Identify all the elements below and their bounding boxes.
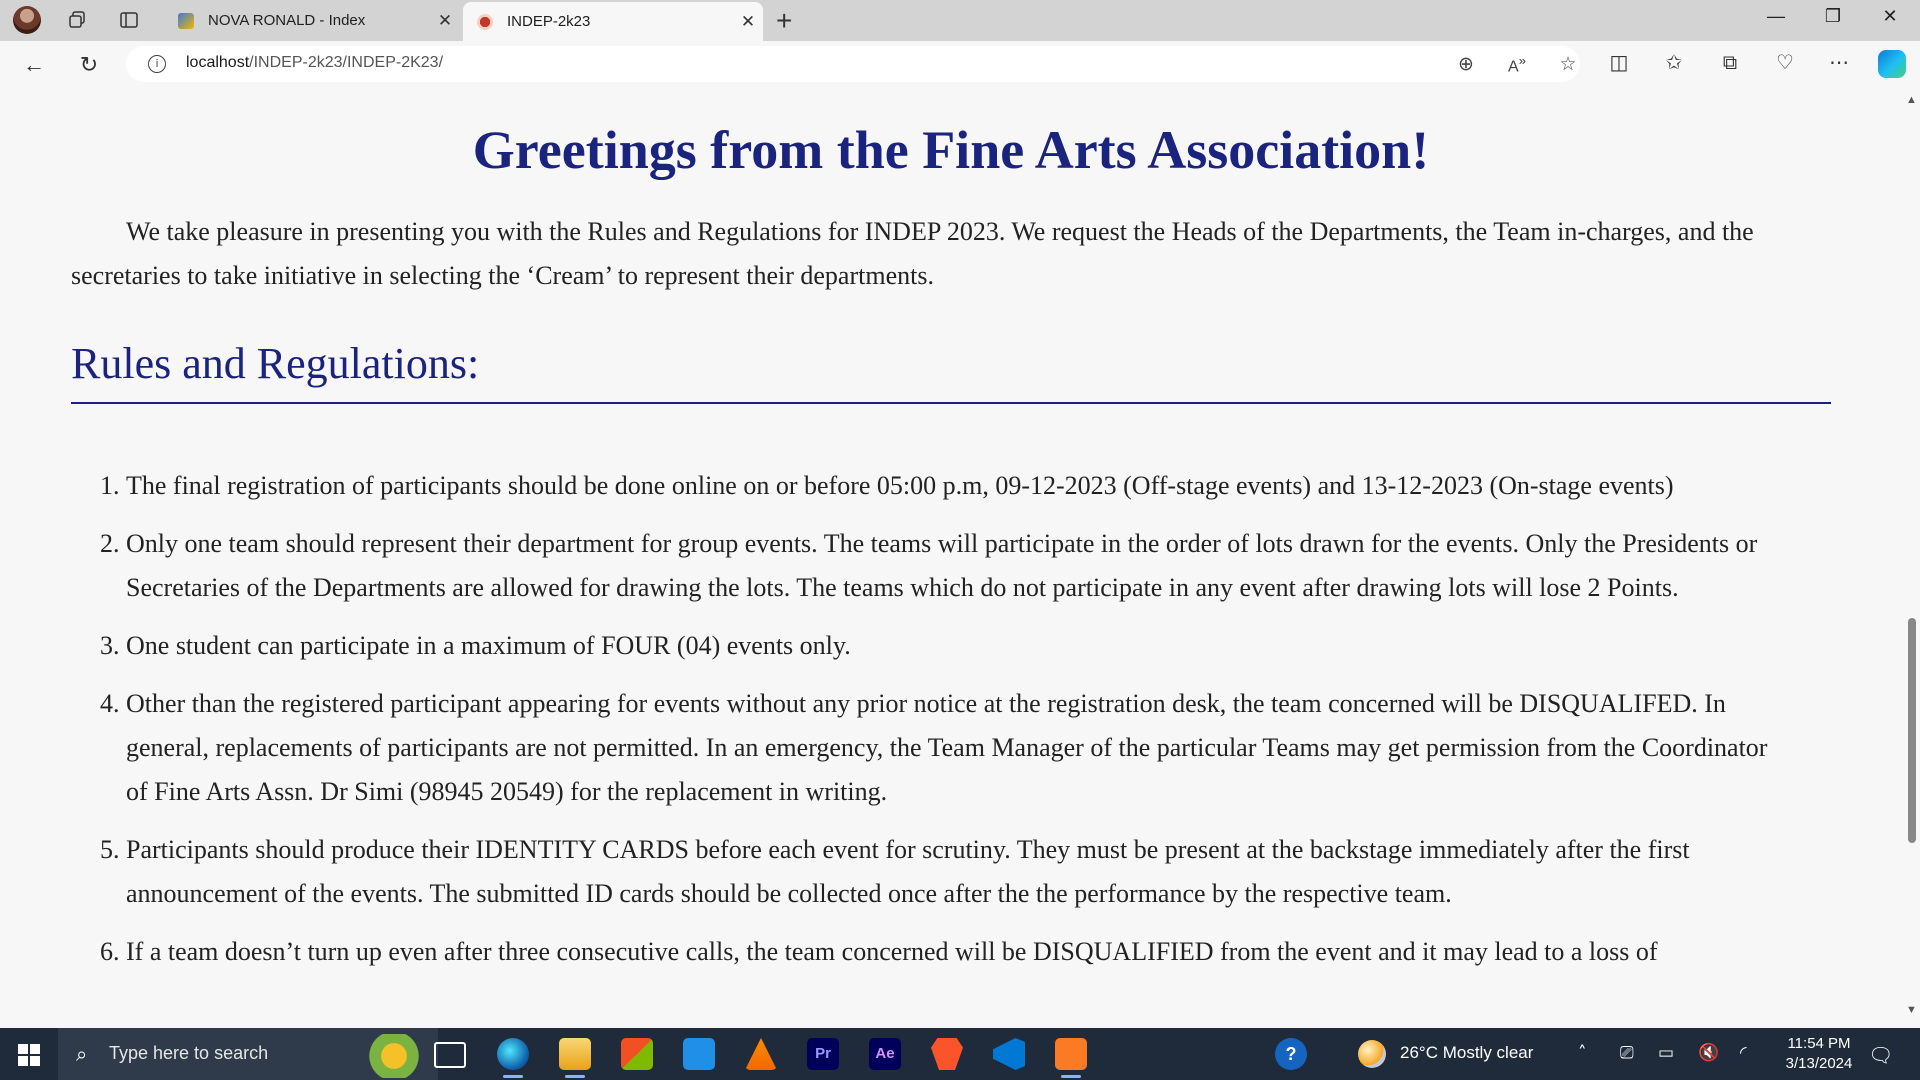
system-clock[interactable]: 11:54 PM 3/13/2024 — [1760, 1034, 1878, 1074]
search-highlight-art — [328, 1034, 438, 1078]
rules-list: The final registration of participants s… — [71, 464, 1831, 974]
read-aloud-icon[interactable]: A» — [1505, 53, 1529, 76]
notifications-icon[interactable]: 🗨 — [1868, 1043, 1893, 1067]
minimize-icon[interactable]: — — [1756, 6, 1796, 27]
back-icon[interactable]: ← — [19, 50, 49, 80]
weather-icon[interactable] — [1358, 1040, 1386, 1068]
favorites-icon[interactable]: ✩ — [1659, 50, 1689, 74]
scroll-down-icon[interactable]: ▼ — [1906, 1004, 1917, 1016]
browser-essentials-icon[interactable]: ♡ — [1770, 50, 1800, 74]
browser-toolbar: ← ↻ i localhost/INDEP-2k23/INDEP-2K23/ ⊕… — [0, 41, 1920, 88]
zoom-icon[interactable]: ⊕ — [1454, 53, 1478, 75]
scroll-up-icon[interactable]: ▲ — [1906, 94, 1917, 106]
tab-actions-icon[interactable] — [118, 9, 140, 31]
restore-icon[interactable]: ❐ — [1813, 6, 1853, 27]
after-effects-icon[interactable]: Ae — [869, 1038, 901, 1070]
windows-start-icon[interactable] — [18, 1044, 40, 1066]
rule-item: One student can participate in a maximum… — [126, 624, 1831, 668]
vscode-app-icon[interactable] — [993, 1038, 1025, 1070]
mail-app-icon[interactable] — [683, 1038, 715, 1070]
close-window-icon[interactable]: ✕ — [1870, 6, 1910, 27]
volume-muted-icon[interactable]: 🔇 — [1698, 1043, 1719, 1063]
file-explorer-icon[interactable] — [559, 1038, 591, 1078]
edge-app-icon[interactable] — [497, 1038, 529, 1078]
new-tab-icon[interactable]: + — [776, 5, 792, 37]
store-app-icon[interactable] — [621, 1038, 653, 1070]
meet-icon[interactable]: ⎚ — [1620, 1043, 1634, 1063]
page-heading: Greetings from the Fine Arts Association… — [472, 120, 1430, 180]
vlc-app-icon[interactable] — [745, 1038, 777, 1070]
show-hidden-icons-icon[interactable]: ˄ — [1578, 1043, 1587, 1063]
wifi-icon[interactable]: ◜ — [1740, 1043, 1747, 1063]
split-screen-icon[interactable]: ◫ — [1604, 50, 1634, 74]
battery-icon[interactable]: ▭ — [1658, 1043, 1674, 1063]
favorite-star-icon[interactable]: ☆ — [1556, 53, 1580, 75]
rule-item: Other than the registered participant ap… — [126, 682, 1831, 814]
url-text: localhost/INDEP-2k23/INDEP-2K23/ — [186, 54, 444, 71]
page-scrollbar[interactable]: ▲ ▼ — [1904, 88, 1920, 1028]
search-placeholder: Type here to search — [109, 1043, 269, 1063]
close-tab-icon[interactable]: ✕ — [733, 12, 763, 32]
profile-avatar[interactable] — [13, 6, 41, 34]
site-favicon-icon — [178, 12, 194, 29]
tab-nova-ronald[interactable]: NOVA RONALD - Index ✕ — [164, 0, 460, 41]
refresh-icon[interactable]: ↻ — [74, 50, 104, 80]
weather-text[interactable]: 26°C Mostly clear — [1400, 1043, 1533, 1063]
site-favicon-icon — [477, 13, 493, 30]
page-viewport: Greetings from the Fine Arts Association… — [0, 88, 1904, 1028]
taskbar: ⌕ Type here to search Pr Ae ? 26°C Mostl… — [0, 1028, 1920, 1080]
tab-title: INDEP-2k23 — [507, 13, 591, 30]
page-content: Greetings from the Fine Arts Association… — [71, 88, 1831, 988]
scrollbar-thumb[interactable] — [1908, 618, 1916, 843]
rules-heading: Rules and Regulations: — [71, 338, 1831, 404]
rule-item: Participants should produce their IDENTI… — [126, 828, 1831, 916]
help-icon[interactable]: ? — [1275, 1038, 1307, 1070]
premiere-pro-icon[interactable]: Pr — [807, 1038, 839, 1070]
site-info-icon[interactable]: i — [148, 55, 166, 73]
address-bar[interactable]: i localhost/INDEP-2k23/INDEP-2K23/ ⊕ A» … — [126, 46, 1580, 82]
tab-title: NOVA RONALD - Index — [208, 12, 366, 29]
clock-time: 11:54 PM — [1787, 1035, 1851, 1052]
more-options-icon[interactable]: ⋯ — [1824, 50, 1854, 74]
rule-item: The final registration of participants s… — [126, 464, 1831, 508]
clock-date: 3/13/2024 — [1785, 1055, 1853, 1072]
xampp-app-icon[interactable] — [1055, 1038, 1087, 1078]
intro-paragraph: We take pleasure in presenting you with … — [71, 217, 1754, 290]
brave-browser-icon[interactable] — [931, 1038, 963, 1070]
task-view-icon[interactable] — [434, 1042, 466, 1068]
rule-item: If a team doesn’t turn up even after thr… — [126, 930, 1831, 974]
copilot-icon[interactable] — [1878, 50, 1906, 78]
tab-strip: NOVA RONALD - Index ✕ INDEP-2k23 ✕ + — ❐… — [0, 0, 1920, 41]
workspaces-icon[interactable] — [66, 9, 88, 31]
rule-item: Only one team should represent their dep… — [126, 522, 1831, 610]
tab-indep-2k23[interactable]: INDEP-2k23 ✕ — [463, 2, 763, 41]
search-icon: ⌕ — [76, 1042, 88, 1066]
close-tab-icon[interactable]: ✕ — [430, 11, 460, 31]
taskbar-search[interactable]: ⌕ Type here to search — [58, 1028, 438, 1080]
collections-icon[interactable]: ⧉ — [1715, 50, 1745, 74]
